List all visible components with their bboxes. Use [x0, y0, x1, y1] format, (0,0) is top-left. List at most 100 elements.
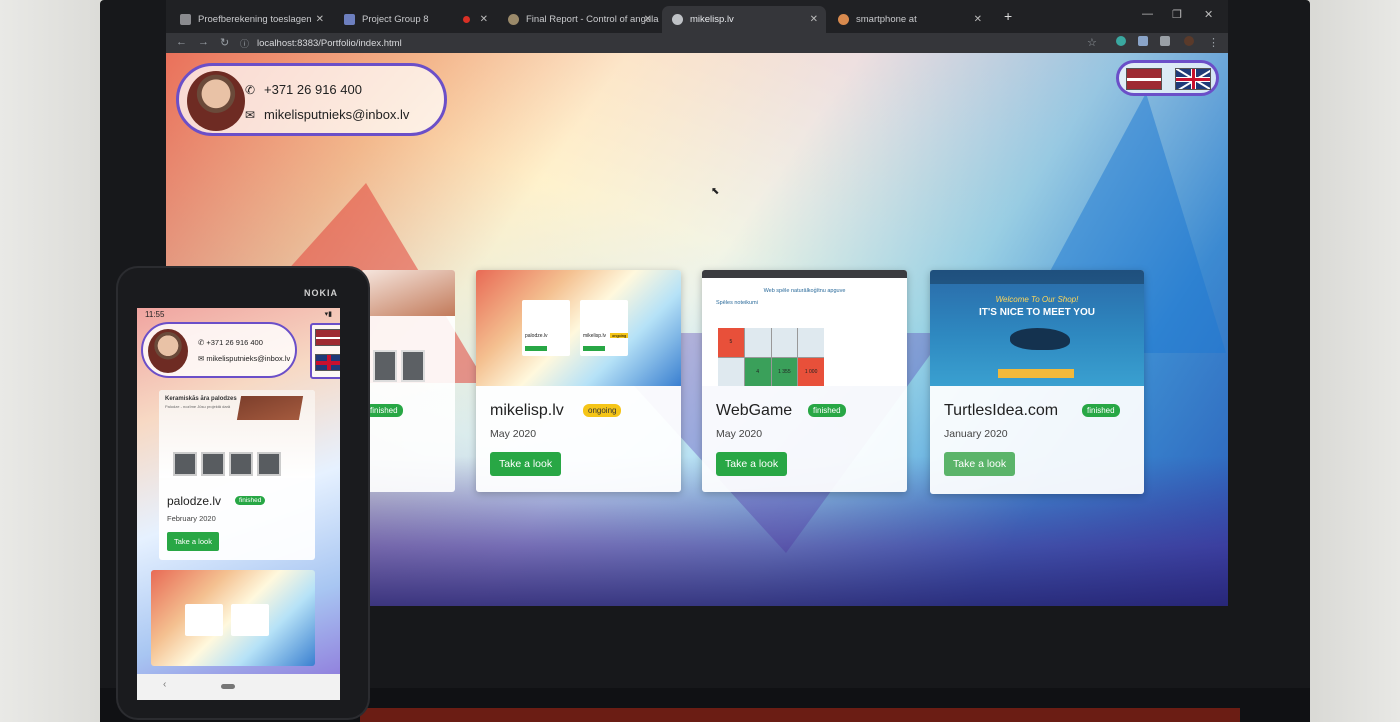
project-date: January 2020 — [944, 428, 1008, 440]
phone-project-card-mikelisp — [151, 570, 315, 666]
laptop-keyboard-edge — [360, 708, 1240, 722]
thumbnail-window — [401, 350, 425, 382]
turtle-icon — [1010, 328, 1070, 350]
thumbnail-button — [998, 369, 1074, 378]
project-title: TurtlesIdea.com — [944, 402, 1059, 419]
uk-flag-icon[interactable] — [1175, 68, 1211, 90]
phone-number: +371 26 916 400 — [264, 82, 362, 97]
contact-email[interactable]: ✉ mikelisputnieks@inbox.lv — [245, 107, 409, 122]
email-address: mikelisputnieks@inbox.lv — [206, 354, 291, 363]
signal-battery-icon: ▾▮ — [324, 311, 332, 318]
thumbnail-window — [257, 452, 281, 476]
take-a-look-button[interactable]: Take a look — [490, 452, 562, 476]
close-icon[interactable]: ✕ — [316, 14, 324, 25]
mini-card-button — [525, 346, 547, 351]
document-icon — [180, 14, 191, 25]
close-icon[interactable]: ✕ — [480, 14, 488, 25]
phone-brand-logo: NOKIA — [304, 288, 338, 298]
tab-smartphone[interactable]: smartphone at ✕ — [828, 6, 990, 33]
search-favicon-icon — [838, 14, 849, 25]
browser-toolbar: ← → ↻ ⓘ localhost:8383/Portfolio/index.h… — [166, 33, 1228, 53]
phone-language-switcher — [310, 323, 340, 379]
tab-project-group[interactable]: Project Group 8 ✕ — [334, 6, 496, 33]
tab-final-report[interactable]: Final Report - Control of angula ✕ — [498, 6, 660, 33]
tab-label: Project Group 8 — [362, 14, 429, 25]
mini-card-title: mikelisp.lv — [583, 333, 607, 339]
window-close-icon[interactable]: ✕ — [1204, 8, 1213, 21]
take-a-look-button[interactable]: Take a look — [167, 532, 219, 551]
back-icon[interactable]: ← — [176, 36, 187, 48]
status-badge: finished — [235, 496, 266, 505]
mouse-cursor-icon: ⬉ — [711, 186, 720, 197]
mini-card-button — [583, 346, 605, 351]
phone-project-card-palodze: Keramiskās āra palodzes Palodze - nozīme… — [159, 390, 315, 560]
game-grid: 5 4 1 355 1 000 — [718, 328, 824, 386]
project-date: February 2020 — [167, 514, 216, 523]
project-title: palodze.lv — [167, 494, 222, 508]
project-thumbnail: Keramiskās āra palodzes Palodze - nozīme… — [159, 390, 315, 478]
status-badge: ongoing — [583, 404, 622, 417]
browser-tabstrip: Proefberekening toeslagen ✕ Project Grou… — [166, 0, 1228, 33]
status-badge: finished — [808, 404, 846, 417]
thumbnail-window — [229, 452, 253, 476]
restore-icon[interactable]: ❐ — [1172, 8, 1182, 21]
profile-avatar[interactable] — [1184, 36, 1194, 46]
game-cell: 1 355 — [771, 357, 798, 386]
language-switcher — [1116, 60, 1219, 96]
tab-mikelisp[interactable]: mikelisp.lv ✕ — [662, 6, 826, 33]
contact-email[interactable]: ✉ mikelisputnieks@inbox.lv — [198, 354, 290, 363]
tab-label: smartphone at — [856, 14, 917, 25]
thumbnail-window — [373, 350, 397, 382]
contact-phone[interactable]: ✆ +371 26 916 400 — [245, 82, 362, 97]
smartphone: NOKIA 11:55 ▾▮ ✆ +371 26 916 400 ✉ mikel… — [118, 268, 368, 718]
take-a-look-button[interactable]: Take a look — [716, 452, 788, 476]
thumbnail-heading: Keramiskās āra palodzes — [165, 396, 237, 402]
contact-phone[interactable]: ✆ +371 26 916 400 — [198, 338, 263, 347]
address-bar[interactable]: ⓘ localhost:8383/Portfolio/index.html — [240, 35, 1080, 51]
thumbnail-mini-card: palodze.lv — [522, 300, 570, 356]
latvian-flag-icon[interactable] — [1126, 68, 1162, 90]
phone-icon: ✆ — [245, 82, 256, 97]
back-icon[interactable]: ‹ — [163, 679, 166, 690]
uk-flag-icon[interactable] — [315, 354, 340, 371]
project-thumbnail: Web spēle naturālkoģītnu apguve Spēles n… — [702, 270, 907, 386]
game-cell: 1 000 — [798, 357, 824, 386]
minimize-icon[interactable]: — — [1142, 8, 1153, 20]
phone-contact-box: ✆ +371 26 916 400 ✉ mikelisputnieks@inbo… — [141, 322, 297, 378]
reload-icon[interactable]: ↻ — [220, 36, 229, 49]
tab-label: Final Report - Control of angula — [526, 14, 659, 25]
close-icon[interactable]: ✕ — [974, 14, 982, 25]
avatar — [187, 71, 245, 131]
star-icon[interactable]: ☆ — [1087, 36, 1097, 49]
puzzle-icon[interactable] — [1160, 36, 1170, 46]
close-icon[interactable]: ✕ — [644, 14, 652, 25]
game-cell — [718, 357, 744, 386]
info-icon[interactable]: ⓘ — [240, 37, 249, 50]
project-card-mikelisp: palodze.lv mikelisp.lv ongoing mikelisp.… — [476, 270, 681, 492]
take-a-look-button[interactable]: Take a look — [944, 452, 1016, 476]
email-address: mikelisputnieks@inbox.lv — [264, 107, 410, 122]
project-thumbnail — [361, 270, 455, 316]
phone-clock: 11:55 — [145, 310, 165, 319]
contact-box: ✆ +371 26 916 400 ✉ mikelisputnieks@inbo… — [176, 63, 447, 136]
thumbnail-sill-image — [236, 396, 304, 420]
latvian-flag-icon[interactable] — [315, 329, 340, 346]
project-title: WebGame — [716, 402, 793, 419]
thumbnail-browser-bar — [702, 270, 907, 278]
new-tab-icon[interactable]: + — [1004, 8, 1012, 24]
extension-shield-icon[interactable] — [1138, 36, 1148, 46]
project-card-webgame: Web spēle naturālkoģītnu apguve Spēles n… — [702, 270, 907, 492]
home-pill-icon[interactable] — [221, 684, 235, 689]
tab-label: mikelisp.lv — [690, 14, 734, 25]
phone-navigation-bar: ‹ — [137, 674, 340, 700]
close-icon[interactable]: ✕ — [810, 14, 818, 25]
forward-icon[interactable]: → — [198, 36, 209, 48]
thumbnail-navbar — [930, 270, 1144, 284]
menu-kebab-icon[interactable]: ⋮ — [1208, 36, 1219, 49]
tab-proefberekening[interactable]: Proefberekening toeslagen ✕ — [170, 6, 332, 33]
project-card-turtlesidea: Welcome To Our Shop! IT'S NICE TO MEET Y… — [930, 270, 1144, 494]
project-date: May 2020 — [490, 428, 537, 440]
extension-icon[interactable] — [1116, 36, 1126, 46]
thumbnail-mini-card — [231, 604, 269, 636]
thumbnail-mini-card — [185, 604, 223, 636]
